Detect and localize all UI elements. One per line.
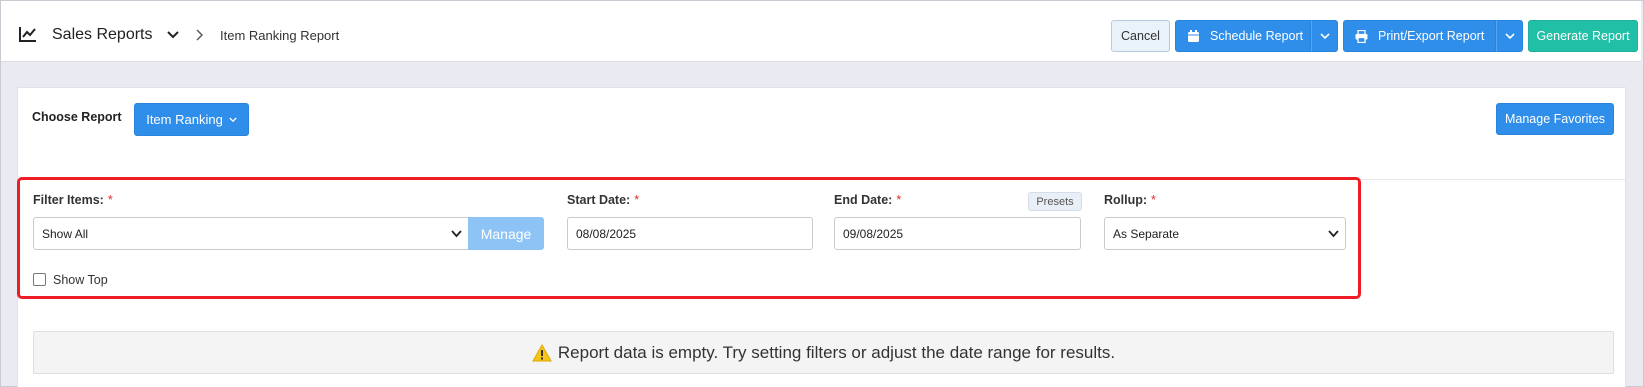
start-date-input[interactable]: 08/08/2025 [567,217,813,250]
choose-report-label: Choose Report [32,110,122,124]
cancel-button[interactable]: Cancel [1111,20,1170,52]
schedule-report-dropdown-toggle[interactable] [1311,20,1338,52]
chevron-down-icon [1328,230,1339,238]
chevron-down-icon[interactable] [167,31,179,39]
empty-report-notice: Report data is empty. Try setting filter… [33,331,1614,374]
rollup-value: As Separate [1113,226,1180,241]
printer-icon [1355,29,1368,43]
print-export-label: Print/Export Report [1378,29,1485,43]
presets-label: Presets [1036,195,1074,208]
cancel-button-label: Cancel [1121,29,1160,43]
print-export-dropdown-toggle[interactable] [1496,20,1523,52]
end-date-label: End Date: * [834,193,902,207]
calendar-icon [1188,29,1199,42]
schedule-report-button[interactable]: Schedule Report [1175,20,1311,52]
filter-items-select[interactable]: Show All [33,217,469,250]
end-date-input[interactable]: 09/08/2025 [834,217,1081,250]
breadcrumb-current: Item Ranking Report [220,28,340,43]
schedule-report-label: Schedule Report [1210,29,1304,43]
show-top-checkbox[interactable] [33,273,46,286]
empty-report-text: Report data is empty. Try setting filter… [557,342,1116,362]
warning-icon [532,343,552,361]
chevron-down-icon [451,230,462,238]
chevron-down-icon [1504,32,1515,39]
chevron-down-icon [1319,32,1330,39]
page-title[interactable]: Sales Reports [52,26,153,44]
show-top-label[interactable]: Show Top [53,273,108,287]
rollup-select[interactable]: As Separate [1104,217,1346,250]
end-date-value: 09/08/2025 [843,226,904,241]
manage-items-button[interactable]: Manage [468,217,544,250]
filter-items-value: Show All [42,226,89,241]
manage-favorites-label: Manage Favorites [1504,112,1606,126]
rollup-label: Rollup: * [1104,193,1156,207]
chevron-down-icon [229,117,237,122]
filter-items-label: Filter Items: * [33,193,113,207]
generate-report-button[interactable]: Generate Report [1528,20,1638,52]
report-type-dropdown[interactable]: Item Ranking [134,103,249,136]
report-type-label: Item Ranking [146,112,223,127]
print-export-button[interactable]: Print/Export Report [1343,20,1496,52]
generate-report-label: Generate Report [1536,29,1630,43]
breadcrumb-separator-icon [196,29,203,41]
start-date-label: Start Date: * [567,193,640,207]
manage-items-label: Manage [480,225,532,242]
line-chart-icon [19,27,36,42]
manage-favorites-button[interactable]: Manage Favorites [1496,103,1614,135]
start-date-value: 08/08/2025 [576,226,637,241]
date-presets-button[interactable]: Presets [1028,192,1082,211]
